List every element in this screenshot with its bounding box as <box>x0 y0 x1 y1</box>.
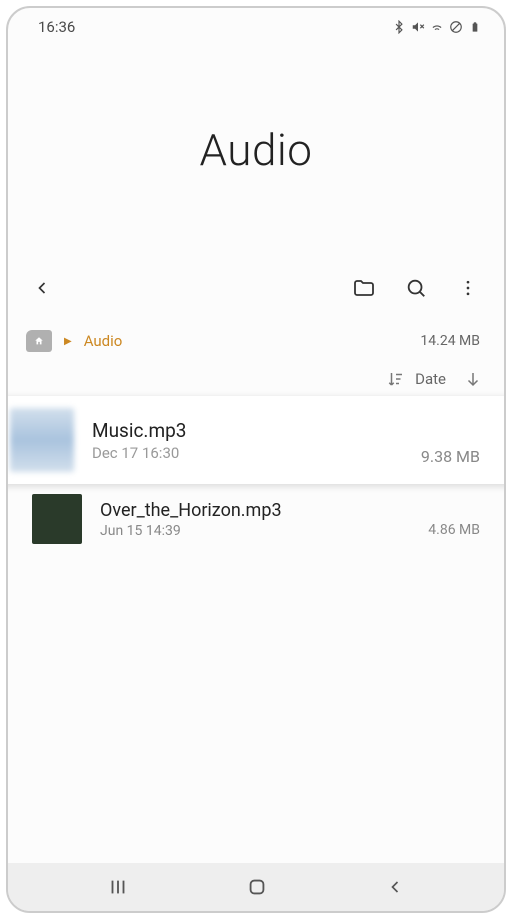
back-nav-button[interactable] <box>385 877 405 897</box>
navigation-bar <box>8 863 504 911</box>
mute-icon <box>411 20 425 34</box>
page-title: Audio <box>200 124 313 176</box>
search-icon <box>405 277 427 299</box>
more-vertical-icon <box>458 278 478 298</box>
recents-button[interactable] <box>107 876 129 898</box>
file-list: Music.mp3 Dec 17 16:30 9.38 MB Over_the_… <box>8 396 504 863</box>
breadcrumb-separator-icon: ▶ <box>62 336 74 347</box>
file-name: Over_the_Horizon.mp3 <box>100 500 410 521</box>
file-row[interactable]: Over_the_Horizon.mp3 Jun 15 14:39 4.86 M… <box>8 484 504 554</box>
status-time: 16:36 <box>38 18 75 36</box>
file-date: Jun 15 14:39 <box>100 523 410 539</box>
folder-button[interactable] <box>346 270 382 306</box>
wifi-icon <box>430 20 444 34</box>
arrow-down-icon[interactable] <box>464 370 482 388</box>
chevron-left-icon <box>32 278 52 298</box>
file-thumbnail <box>10 408 74 472</box>
sort-icon[interactable] <box>387 370 405 388</box>
recents-icon <box>107 876 129 898</box>
search-button[interactable] <box>398 270 434 306</box>
file-size: 4.86 MB <box>428 522 480 544</box>
home-nav-icon <box>246 876 268 898</box>
file-name: Music.mp3 <box>92 419 403 442</box>
sort-row: Date <box>8 362 504 396</box>
file-size: 9.38 MB <box>421 447 480 472</box>
battery-icon <box>468 20 482 34</box>
sort-label[interactable]: Date <box>415 370 446 388</box>
toolbar <box>8 260 504 316</box>
folder-icon <box>352 276 376 300</box>
bluetooth-icon <box>392 20 406 34</box>
back-nav-icon <box>385 877 405 897</box>
home-button[interactable] <box>246 876 268 898</box>
file-info: Music.mp3 Dec 17 16:30 <box>92 419 403 462</box>
status-icons <box>392 20 482 34</box>
breadcrumb-home[interactable] <box>26 330 52 352</box>
phone-frame: 16:36 Audio <box>0 0 512 919</box>
file-row[interactable]: Music.mp3 Dec 17 16:30 9.38 MB <box>6 396 506 484</box>
file-info: Over_the_Horizon.mp3 Jun 15 14:39 <box>100 500 410 539</box>
file-date: Dec 17 16:30 <box>92 444 403 462</box>
status-bar: 16:36 <box>8 8 504 40</box>
breadcrumb-size: 14.24 MB <box>420 333 480 349</box>
back-button[interactable] <box>24 270 60 306</box>
home-icon <box>34 336 44 346</box>
file-thumbnail <box>32 494 82 544</box>
breadcrumb-current[interactable]: Audio <box>84 332 123 350</box>
screen: 16:36 Audio <box>6 6 506 913</box>
no-data-icon <box>449 20 463 34</box>
page-header: Audio <box>8 40 504 260</box>
more-button[interactable] <box>450 270 486 306</box>
breadcrumb: ▶ Audio 14.24 MB <box>8 316 504 362</box>
